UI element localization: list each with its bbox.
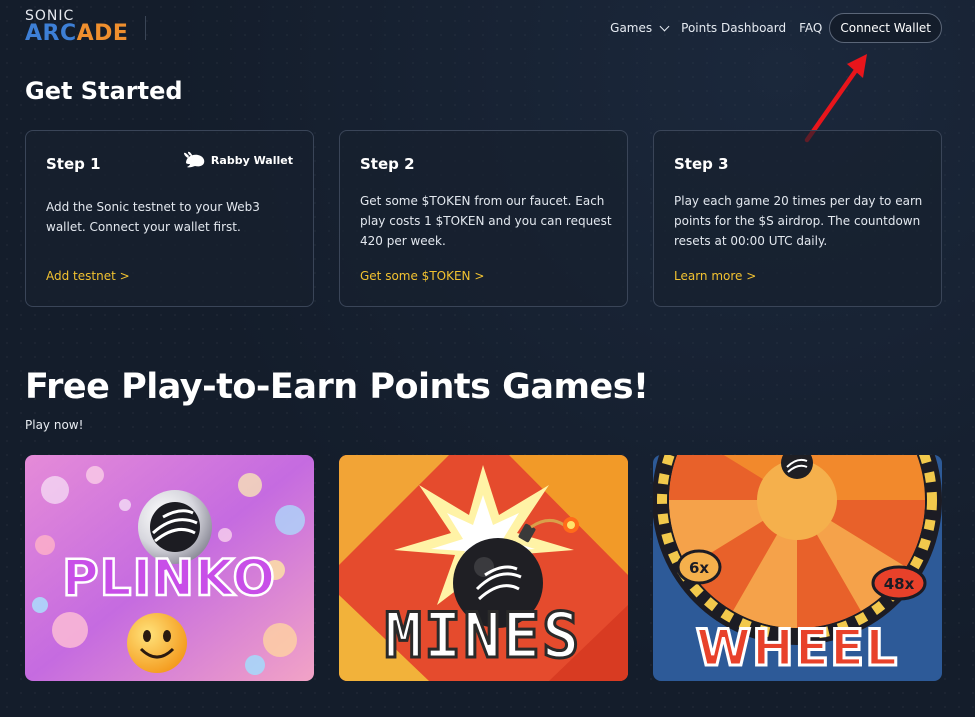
game-card-mines[interactable]: MINES: [339, 455, 628, 681]
step-description: Get some $TOKEN from our faucet. Each pl…: [360, 194, 612, 248]
rabby-icon: [183, 151, 205, 168]
plinko-title: PLINKO: [62, 549, 276, 607]
logo-bottom-text: ARCADE: [25, 21, 129, 46]
step-card-2: Step 2 Get some $TOKEN from our faucet. …: [339, 130, 628, 307]
get-started-heading: Get Started: [25, 77, 183, 105]
games-subheading: Play now!: [25, 418, 84, 432]
rabby-wallet-label: Rabby Wallet: [210, 153, 293, 167]
wheel-title: WHEEL: [696, 619, 898, 677]
step-card-1: Step 1 Rabby Wallet Add the Sonic testne…: [25, 130, 314, 307]
nav-games-label: Games: [610, 21, 653, 35]
mines-title: MINES: [385, 599, 582, 672]
add-testnet-link[interactable]: Add testnet >: [46, 269, 130, 283]
nav-faq[interactable]: FAQ: [799, 21, 822, 35]
nav-points-dashboard[interactable]: Points Dashboard: [681, 21, 786, 35]
main-nav: Games Points Dashboard FAQ Connect Walle…: [610, 13, 942, 43]
wheel-multiplier-6x: 6x: [689, 559, 709, 577]
mines-artwork: MINES: [339, 455, 628, 681]
step-card-3: Step 3 Play each game 20 times per day t…: [653, 130, 942, 307]
get-token-link[interactable]: Get some $TOKEN >: [360, 269, 484, 283]
sonic-arcade-logo[interactable]: SONIC ARCADE: [25, 8, 130, 48]
nav-games[interactable]: Games: [610, 21, 670, 35]
step-title: Step 3: [674, 155, 729, 173]
step-description: Add the Sonic testnet to your Web3 walle…: [46, 200, 260, 234]
rabby-wallet-badge: Rabby Wallet: [183, 151, 293, 169]
wheel-artwork: 6x 48x WHEEL: [653, 455, 942, 681]
step-title: Step 2: [360, 155, 415, 173]
plinko-artwork: PLINKO: [25, 455, 314, 681]
step-title: Step 1: [46, 155, 101, 173]
chevron-down-icon: [659, 21, 670, 31]
game-card-plinko[interactable]: PLINKO: [25, 455, 314, 681]
connect-wallet-button[interactable]: Connect Wallet: [829, 13, 942, 43]
game-card-wheel[interactable]: 6x 48x WHEEL: [653, 455, 942, 681]
learn-more-link[interactable]: Learn more >: [674, 269, 756, 283]
games-heading: Free Play-to-Earn Points Games!: [25, 367, 649, 407]
wheel-multiplier-48x: 48x: [884, 575, 915, 593]
step-description: Play each game 20 times per day to earn …: [674, 194, 923, 248]
header-divider: [145, 16, 146, 40]
